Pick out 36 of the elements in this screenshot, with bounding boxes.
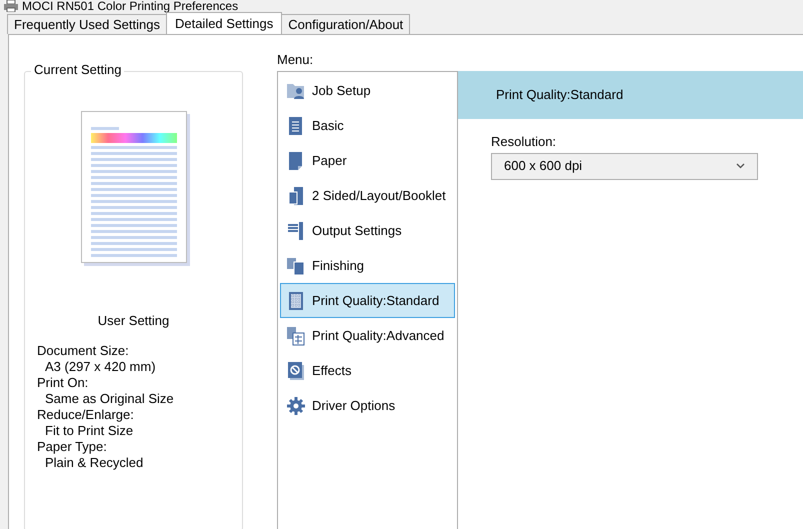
menu-item[interactable]: Basic bbox=[280, 108, 455, 143]
setting-value: Fit to Print Size bbox=[44, 422, 134, 438]
chevron-down-icon bbox=[736, 163, 745, 169]
panel-header: Print Quality:Standard bbox=[458, 71, 803, 119]
setting-value: Same as Original Size bbox=[44, 390, 175, 406]
menu-label: Menu: bbox=[277, 51, 314, 69]
dither-pattern-icon bbox=[286, 290, 306, 310]
setting-label: Reduce/Enlarge: bbox=[37, 406, 135, 422]
setting-value: Plain & Recycled bbox=[44, 454, 144, 470]
menu-item[interactable]: 2 Sided/Layout/Booklet bbox=[280, 178, 455, 213]
menu-item[interactable]: Finishing bbox=[280, 248, 455, 283]
menu-item[interactable]: Driver Options bbox=[280, 388, 455, 423]
menu-item[interactable]: Effects bbox=[280, 353, 455, 388]
tab[interactable]: Detailed Settings bbox=[166, 12, 282, 34]
menu-item[interactable]: Print Quality:Standard bbox=[280, 283, 455, 318]
setting-label: Document Size: bbox=[37, 342, 130, 358]
menu-item[interactable]: Print Quality:Advanced bbox=[280, 318, 455, 353]
menu-item[interactable]: Output Settings bbox=[280, 213, 455, 248]
resolution-dropdown[interactable]: 600 x 600 dpi bbox=[491, 152, 758, 180]
setting-label: Print On: bbox=[37, 374, 90, 390]
group-title: Current Setting bbox=[31, 63, 124, 76]
menu-item[interactable]: Job Setup bbox=[280, 73, 455, 108]
setting-value: A3 (297 x 420 mm) bbox=[44, 358, 157, 374]
setting-label: Paper Type: bbox=[37, 438, 108, 454]
output-tray-icon bbox=[286, 220, 306, 240]
tab[interactable]: Configuration/About bbox=[281, 14, 410, 34]
printer-icon bbox=[4, 0, 18, 12]
gear-icon bbox=[286, 396, 306, 416]
grid-sheet-icon bbox=[286, 326, 306, 346]
window-title: MOCI RN501 Color Printing Preferences bbox=[22, 0, 238, 12]
no-sign-icon bbox=[286, 360, 306, 380]
stapled-pages-icon bbox=[286, 256, 306, 276]
resolution-label: Resolution: bbox=[491, 133, 558, 151]
tab[interactable]: Frequently Used Settings bbox=[7, 14, 167, 34]
preview-caption: User Setting bbox=[98, 313, 170, 328]
menu-item[interactable]: Paper bbox=[280, 143, 455, 178]
